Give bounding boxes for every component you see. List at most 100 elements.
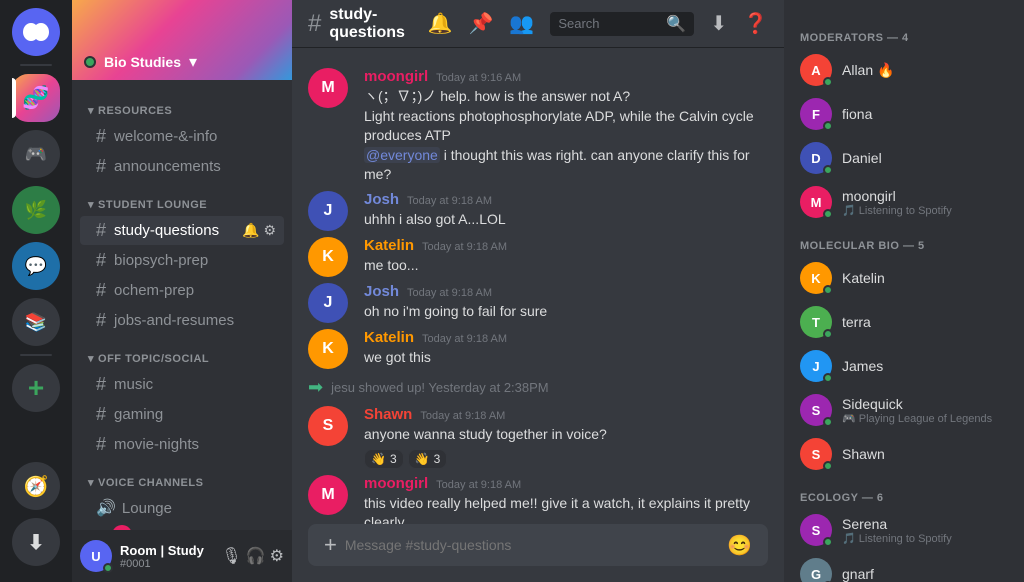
channel-study-questions[interactable]: # study-questions 🔔 ⚙: [80, 216, 284, 245]
help-icon[interactable]: ❓: [743, 11, 768, 36]
member-avatar-container: D: [800, 142, 832, 174]
user-avatar-container: U: [80, 540, 112, 572]
member-avatar-container: F: [800, 98, 832, 130]
reaction-wave-1[interactable]: 👋 3: [364, 449, 404, 469]
messages-container: M moongirl Today at 9:16 AM ヽ(；∇；)ノ help…: [292, 48, 784, 524]
bell-icon[interactable]: 🔔: [428, 11, 453, 36]
mic-icon[interactable]: 🎙: [221, 546, 241, 566]
member-category-moderators: MODERATORS — 4: [792, 16, 1016, 48]
member-name: Shawn: [842, 446, 885, 462]
discover-icon[interactable]: 🧭: [12, 462, 60, 510]
add-server-icon[interactable]: +: [12, 364, 60, 412]
reactions: 👋 3 👋 3: [364, 449, 768, 469]
server-item-2[interactable]: 🎮: [12, 130, 60, 178]
server-item-3[interactable]: 🌿: [12, 186, 60, 234]
message-timestamp: Today at 9:18 AM: [407, 195, 492, 207]
chevron-down-icon[interactable]: ▾: [189, 52, 197, 72]
channel-announcements[interactable]: # announcements: [80, 152, 284, 181]
channel-movies[interactable]: # movie-nights: [80, 430, 284, 459]
status-dot: [823, 285, 833, 295]
members-icon[interactable]: 👥: [509, 11, 534, 36]
category-student-lounge[interactable]: ▾ STUDENT LOUNGE: [72, 182, 292, 215]
search-input[interactable]: [558, 16, 662, 31]
message-row: J Josh Today at 9:18 AM uhhh i also got …: [292, 189, 784, 233]
member-item-daniel[interactable]: D Daniel: [792, 136, 1016, 180]
settings-icon[interactable]: ⚙: [270, 546, 284, 566]
member-avatar-container: T: [800, 306, 832, 338]
member-item-katelin[interactable]: K Katelin: [792, 256, 1016, 300]
member-item-allan[interactable]: A Allan 🔥: [792, 48, 1016, 92]
home-server-icon[interactable]: [12, 8, 60, 56]
headset-icon[interactable]: 🎧: [246, 546, 266, 566]
server-icon-3[interactable]: 🌿: [12, 186, 60, 234]
download-icon[interactable]: ⬇: [12, 518, 60, 566]
voice-user-moongirl[interactable]: M moongirl: [80, 523, 284, 530]
member-item-terra[interactable]: T terra: [792, 300, 1016, 344]
chat-input-container: + 😊: [292, 524, 784, 582]
member-item-sidequick[interactable]: S Sidequick 🎮 Playing League of Legends: [792, 388, 1016, 432]
server-icon-4[interactable]: 💬: [12, 242, 60, 290]
message-author: Shawn: [364, 406, 412, 423]
message-row: J Josh Today at 9:18 AM oh no i'm going …: [292, 281, 784, 325]
server-divider-2: [20, 354, 52, 356]
channel-jobs[interactable]: # jobs-and-resumes: [80, 306, 284, 335]
channel-ochem[interactable]: # ochem-prep: [80, 276, 284, 305]
member-category-ecology: ECOLOGY — 6: [792, 476, 1016, 508]
channel-music[interactable]: # music: [80, 370, 284, 399]
member-item-fiona[interactable]: F fiona: [792, 92, 1016, 136]
message-timestamp: Today at 9:18 AM: [407, 287, 492, 299]
category-offtopic[interactable]: ▾ OFF TOPIC/SOCIAL: [72, 336, 292, 369]
channel-welcome[interactable]: # welcome-&-info: [80, 122, 284, 151]
chat-header: # study-questions 🔔 📌 👥 🔍 ⬇ ❓: [292, 0, 784, 48]
channel-biopsych[interactable]: # biopsych-prep: [80, 246, 284, 275]
message-content: Josh Today at 9:18 AM uhhh i also got A.…: [364, 191, 768, 231]
user-info: Room | Study #0001: [120, 543, 213, 570]
server-banner: Bio Studies ▾: [72, 0, 292, 80]
server-item-bio[interactable]: 🧬: [12, 74, 60, 122]
message-timestamp: Today at 9:18 AM: [422, 241, 507, 253]
message-author: Josh: [364, 283, 399, 300]
server-icon-2[interactable]: 🎮: [12, 130, 60, 178]
user-tag-label: #0001: [120, 558, 213, 570]
message-input[interactable]: [345, 537, 719, 553]
channel-hash-icon: #: [308, 10, 321, 38]
bio-server-icon[interactable]: 🧬: [12, 74, 60, 122]
message-text: uhhh i also got A...LOL: [364, 210, 768, 230]
server-item-home[interactable]: [12, 8, 60, 56]
active-indicator: [12, 78, 16, 118]
message-content: Josh Today at 9:18 AM oh no i'm going to…: [364, 283, 768, 323]
member-item-gnarf[interactable]: G gnarf: [792, 552, 1016, 582]
member-item-james[interactable]: J James: [792, 344, 1016, 388]
channel-gaming[interactable]: # gaming: [80, 400, 284, 429]
server-item-5[interactable]: 📚: [12, 298, 60, 346]
server-divider: [20, 64, 52, 66]
category-voice[interactable]: ▾ VOICE CHANNELS: [72, 460, 292, 493]
message-row: M moongirl Today at 9:18 AM this video r…: [292, 473, 784, 524]
search-box[interactable]: 🔍: [550, 12, 694, 36]
notification-icon[interactable]: 🔔: [242, 222, 259, 239]
voice-lounge[interactable]: 🔊 Lounge: [80, 494, 284, 522]
avatar: M: [308, 475, 348, 515]
status-dot: [823, 417, 833, 427]
server-sidebar: 🧬 🎮 🌿 💬 📚 + 🧭 ⬇: [0, 0, 72, 582]
server-icon-5[interactable]: 📚: [12, 298, 60, 346]
username-label: Room | Study: [120, 543, 213, 558]
user-controls: 🎙 🎧 ⚙: [221, 546, 284, 566]
member-avatar-container: G: [800, 558, 832, 582]
mention: @everyone: [364, 147, 440, 163]
emoji-icon[interactable]: 😊: [727, 533, 752, 558]
pin-icon[interactable]: 📌: [469, 11, 494, 36]
reaction-wave-2[interactable]: 👋 3: [408, 449, 448, 469]
server-item-4[interactable]: 💬: [12, 242, 60, 290]
plus-icon[interactable]: +: [324, 532, 337, 558]
settings-icon[interactable]: ⚙: [263, 222, 276, 239]
category-resources[interactable]: ▾ RESOURCES: [72, 88, 292, 121]
member-item-shawn[interactable]: S Shawn: [792, 432, 1016, 476]
message-timestamp: Today at 9:18 AM: [422, 333, 507, 345]
member-item-moongirl[interactable]: M moongirl 🎵 Listening to Spotify: [792, 180, 1016, 224]
member-item-serena[interactable]: S Serena 🎵 Listening to Spotify: [792, 508, 1016, 552]
member-info: Serena 🎵 Listening to Spotify: [842, 516, 952, 545]
status-dot: [823, 77, 833, 87]
add-server-button[interactable]: +: [12, 364, 60, 412]
download-icon[interactable]: ⬇: [710, 11, 727, 36]
